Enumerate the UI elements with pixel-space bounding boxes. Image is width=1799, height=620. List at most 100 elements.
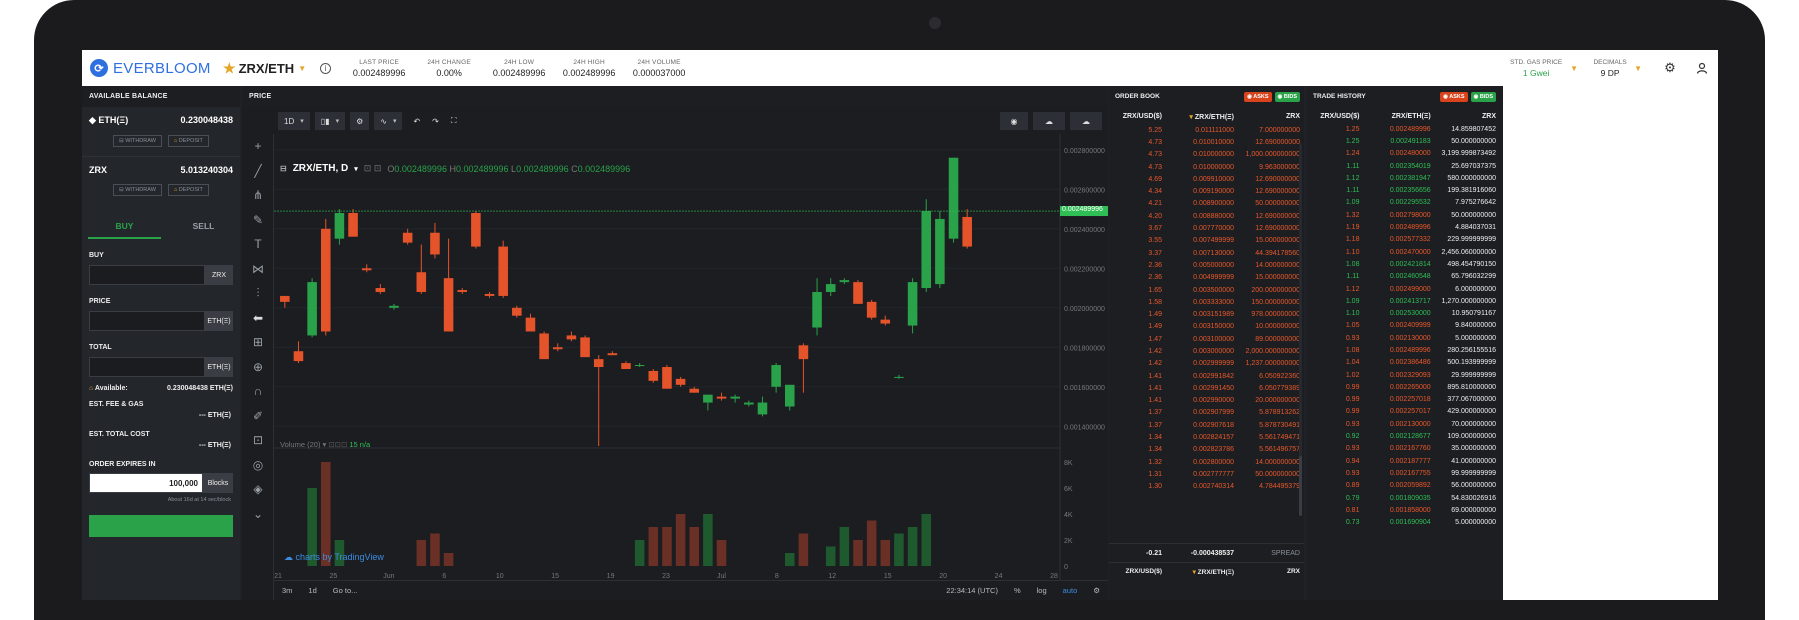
trade-row[interactable]: 1.11 0.002354019 25.697037375 [1307,160,1500,172]
trade-row[interactable]: 0.99 0.002265000 895.810000000 [1307,381,1500,393]
orderbook-row[interactable]: 4.73 0.010000000 9.963000000 [1109,161,1304,173]
trade-row[interactable]: 0.81 0.001858000 69.000000000 [1307,504,1500,516]
place-order-button[interactable] [89,515,233,537]
col-zrx[interactable]: ZRX [1431,113,1496,120]
orderbook-row[interactable]: 1.34 0.002823786 5.561496757 [1109,444,1304,456]
expires-input[interactable]: 100,000 [89,473,203,493]
price-input[interactable] [89,311,205,331]
trade-row[interactable]: 0.94 0.002187777 41.000000000 [1307,455,1500,467]
orderbook-row[interactable]: 3.55 0.007499999 15.000000000 [1109,235,1304,247]
trade-row[interactable]: 0.73 0.001690904 5.000000000 [1307,517,1500,529]
trade-row[interactable]: 1.19 0.002489996 4.884037031 [1307,221,1500,233]
orderbook-row[interactable]: 1.41 0.002991450 6.050779389 [1109,382,1304,394]
trade-row[interactable]: 1.11 0.002356656 199.381916060 [1307,184,1500,196]
save-chart-button[interactable]: ☁ [1070,112,1102,130]
orderbook-row[interactable]: 1.31 0.002777777 50.000000000 [1109,468,1304,480]
trade-row[interactable]: 1.04 0.002386486 500.193999999 [1307,357,1500,369]
redo-button[interactable]: ↷ [426,112,445,130]
orderbook-row[interactable]: 4.21 0.008900000 50.000000000 [1109,198,1304,210]
chevron-down-icon[interactable]: ▼ [1570,64,1578,73]
withdraw-zrx-button[interactable]: ⊟ WITHDRAW [113,184,162,196]
orderbook-row[interactable]: 1.37 0.002907618 5.878730491 [1109,419,1304,431]
trade-row[interactable]: 0.93 0.002167760 35.000000000 [1307,443,1500,455]
orderbook-row[interactable]: 4.73 0.010010000 12.690000000 [1109,136,1304,148]
fullscreen-button[interactable]: ⛶ [445,112,463,130]
trade-row[interactable]: 0.99 0.002257017 429.000000000 [1307,406,1500,418]
trade-row[interactable]: 1.24 0.002480000 3,199.999873492 [1307,148,1500,160]
bids-toggle[interactable]: ◉ BIDS [1470,91,1496,102]
trade-row[interactable]: 1.10 0.002530000 10.950791167 [1307,307,1500,319]
trade-row[interactable]: 1.05 0.002409999 9.840000000 [1307,320,1500,332]
orderbook-row[interactable]: 1.41 0.002990000 20.000000000 [1109,395,1304,407]
goto-button[interactable]: Go to... [333,586,358,595]
trade-row[interactable]: 1.11 0.002460548 65.796032299 [1307,271,1500,283]
orderbook-row[interactable]: 5.25 0.011111000 7.000000000 [1109,124,1304,136]
orderbook-row[interactable]: 4.69 0.009910000 12.690000000 [1109,173,1304,185]
price-chart[interactable]: 0.002800000 0.002600000 0.002400000 0.00220… [242,134,1108,600]
gear-icon[interactable]: ⚙ [1093,586,1100,595]
trade-row[interactable]: 0.99 0.002257018 377.067000000 [1307,394,1500,406]
trade-row[interactable]: 1.08 0.002421814 498.454790150 [1307,258,1500,270]
auto-toggle[interactable]: auto [1063,586,1078,595]
deposit-zrx-button[interactable]: ⌂ DEPOSIT [167,184,209,196]
orderbook-row[interactable]: 3.67 0.007770000 12.690000000 [1109,222,1304,234]
indicators-button[interactable]: ∿ [374,112,403,130]
orderbook-scroll-thumb[interactable] [1299,456,1302,516]
tradingview-link[interactable]: ☁ charts by TradingView [284,552,384,563]
trade-row[interactable]: 1.09 0.002413717 1,270.000000000 [1307,295,1500,307]
settings-button[interactable]: ⚙ [350,112,370,130]
orderbook-row[interactable]: 1.47 0.003100000 89.000000000 [1109,333,1304,345]
trade-row[interactable]: 0.92 0.002128677 109.000000000 [1307,430,1500,442]
total-input[interactable] [89,357,205,377]
orderbook-row[interactable]: 4.73 0.010000000 1,000.000000000 [1109,149,1304,161]
trade-row[interactable]: 1.10 0.002470000 2,456.060000000 [1307,246,1500,258]
orderbook-row[interactable]: 4.34 0.009190000 12.690000000 [1109,185,1304,197]
trade-row[interactable]: 0.79 0.001809035 54.830026916 [1307,492,1500,504]
gas-price-selector[interactable]: STD. GAS PRICE 1 Gwei [1506,59,1566,78]
orderbook-row[interactable]: 3.37 0.007130000 44.394178560 [1109,247,1304,259]
interval-select[interactable]: 1D [278,112,310,130]
trade-row[interactable]: 1.12 0.002381947 580.000000000 [1307,172,1500,184]
range-1d[interactable]: 1d [308,586,316,595]
orderbook-row[interactable]: 1.42 0.002999999 1,237.000000000 [1109,358,1304,370]
orderbook-row[interactable]: 1.41 0.002991842 6.050922360 [1109,370,1304,382]
asks-toggle[interactable]: ◉ ASKS [1440,91,1468,102]
bids-toggle[interactable]: ◉ BIDS [1274,91,1300,102]
logo[interactable]: ⟳ EVERBLOOM [90,59,220,77]
orderbook-row[interactable]: 1.65 0.003500000 200.000000000 [1109,284,1304,296]
percent-toggle[interactable]: % [1014,586,1021,595]
col-eth[interactable]: ZRX/ETH(Ξ) [1195,114,1234,121]
symbol-label[interactable]: ZRX/ETH, D [293,163,349,174]
undo-button[interactable]: ↶ [407,112,426,130]
trade-row[interactable]: 1.02 0.002329093 29.999999999 [1307,369,1500,381]
trade-row[interactable]: 1.25 0.002491183 50.000000000 [1307,135,1500,147]
orderbook-row[interactable]: 2.36 0.005000000 14.000000000 [1109,259,1304,271]
trade-row[interactable]: 1.09 0.002295532 7.975276642 [1307,197,1500,209]
col-usd[interactable]: ZRX/USD($) [1113,113,1162,121]
pair-selector[interactable]: ★ ZRX/ETH ▼ [223,60,306,77]
legend-icons[interactable]: ⊡⊡⊡ [328,440,347,449]
legend-collapse-icon[interactable]: ⊟ [280,164,287,173]
volume-title[interactable]: Volume (20) [280,440,320,449]
chevron-down-icon[interactable]: ▼ [1634,64,1642,73]
trade-row[interactable]: 0.93 0.002130000 5.000000000 [1307,332,1500,344]
orderbook-row[interactable]: 1.32 0.002800000 14.000000000 [1109,456,1304,468]
orderbook-row[interactable]: 1.49 0.003151989 978.000000000 [1109,308,1304,320]
info-icon[interactable]: i [320,62,332,74]
col-eth[interactable]: ZRX/ETH(Ξ) [1359,113,1431,120]
trade-row[interactable]: 0.93 0.002130000 70.000000000 [1307,418,1500,430]
orderbook-row[interactable]: 1.42 0.003000000 2,000.000000000 [1109,345,1304,357]
trade-row[interactable]: 1.12 0.002499000 6.000000000 [1307,283,1500,295]
load-chart-button[interactable]: ☁ [1033,112,1065,130]
orderbook-row[interactable]: 1.30 0.002740314 4.784495379 [1109,481,1304,493]
decimals-selector[interactable]: DECIMALS 9 DP [1590,59,1630,78]
chart-type-button[interactable]: ▯▮ [314,112,346,130]
asks-toggle[interactable]: ◉ ASKS [1244,91,1272,102]
orderbook-row[interactable]: 1.58 0.003333000 150.000000000 [1109,296,1304,308]
withdraw-eth-button[interactable]: ⊟ WITHDRAW [113,135,162,147]
orderbook-row[interactable]: 1.37 0.002907999 5.878913262 [1109,407,1304,419]
trade-row[interactable]: 1.32 0.002798000 50.000000000 [1307,209,1500,221]
trade-row[interactable]: 0.93 0.002167755 99.999999999 [1307,467,1500,479]
snapshot-button[interactable]: ◉ [1000,112,1028,130]
range-3m[interactable]: 3m [282,586,292,595]
